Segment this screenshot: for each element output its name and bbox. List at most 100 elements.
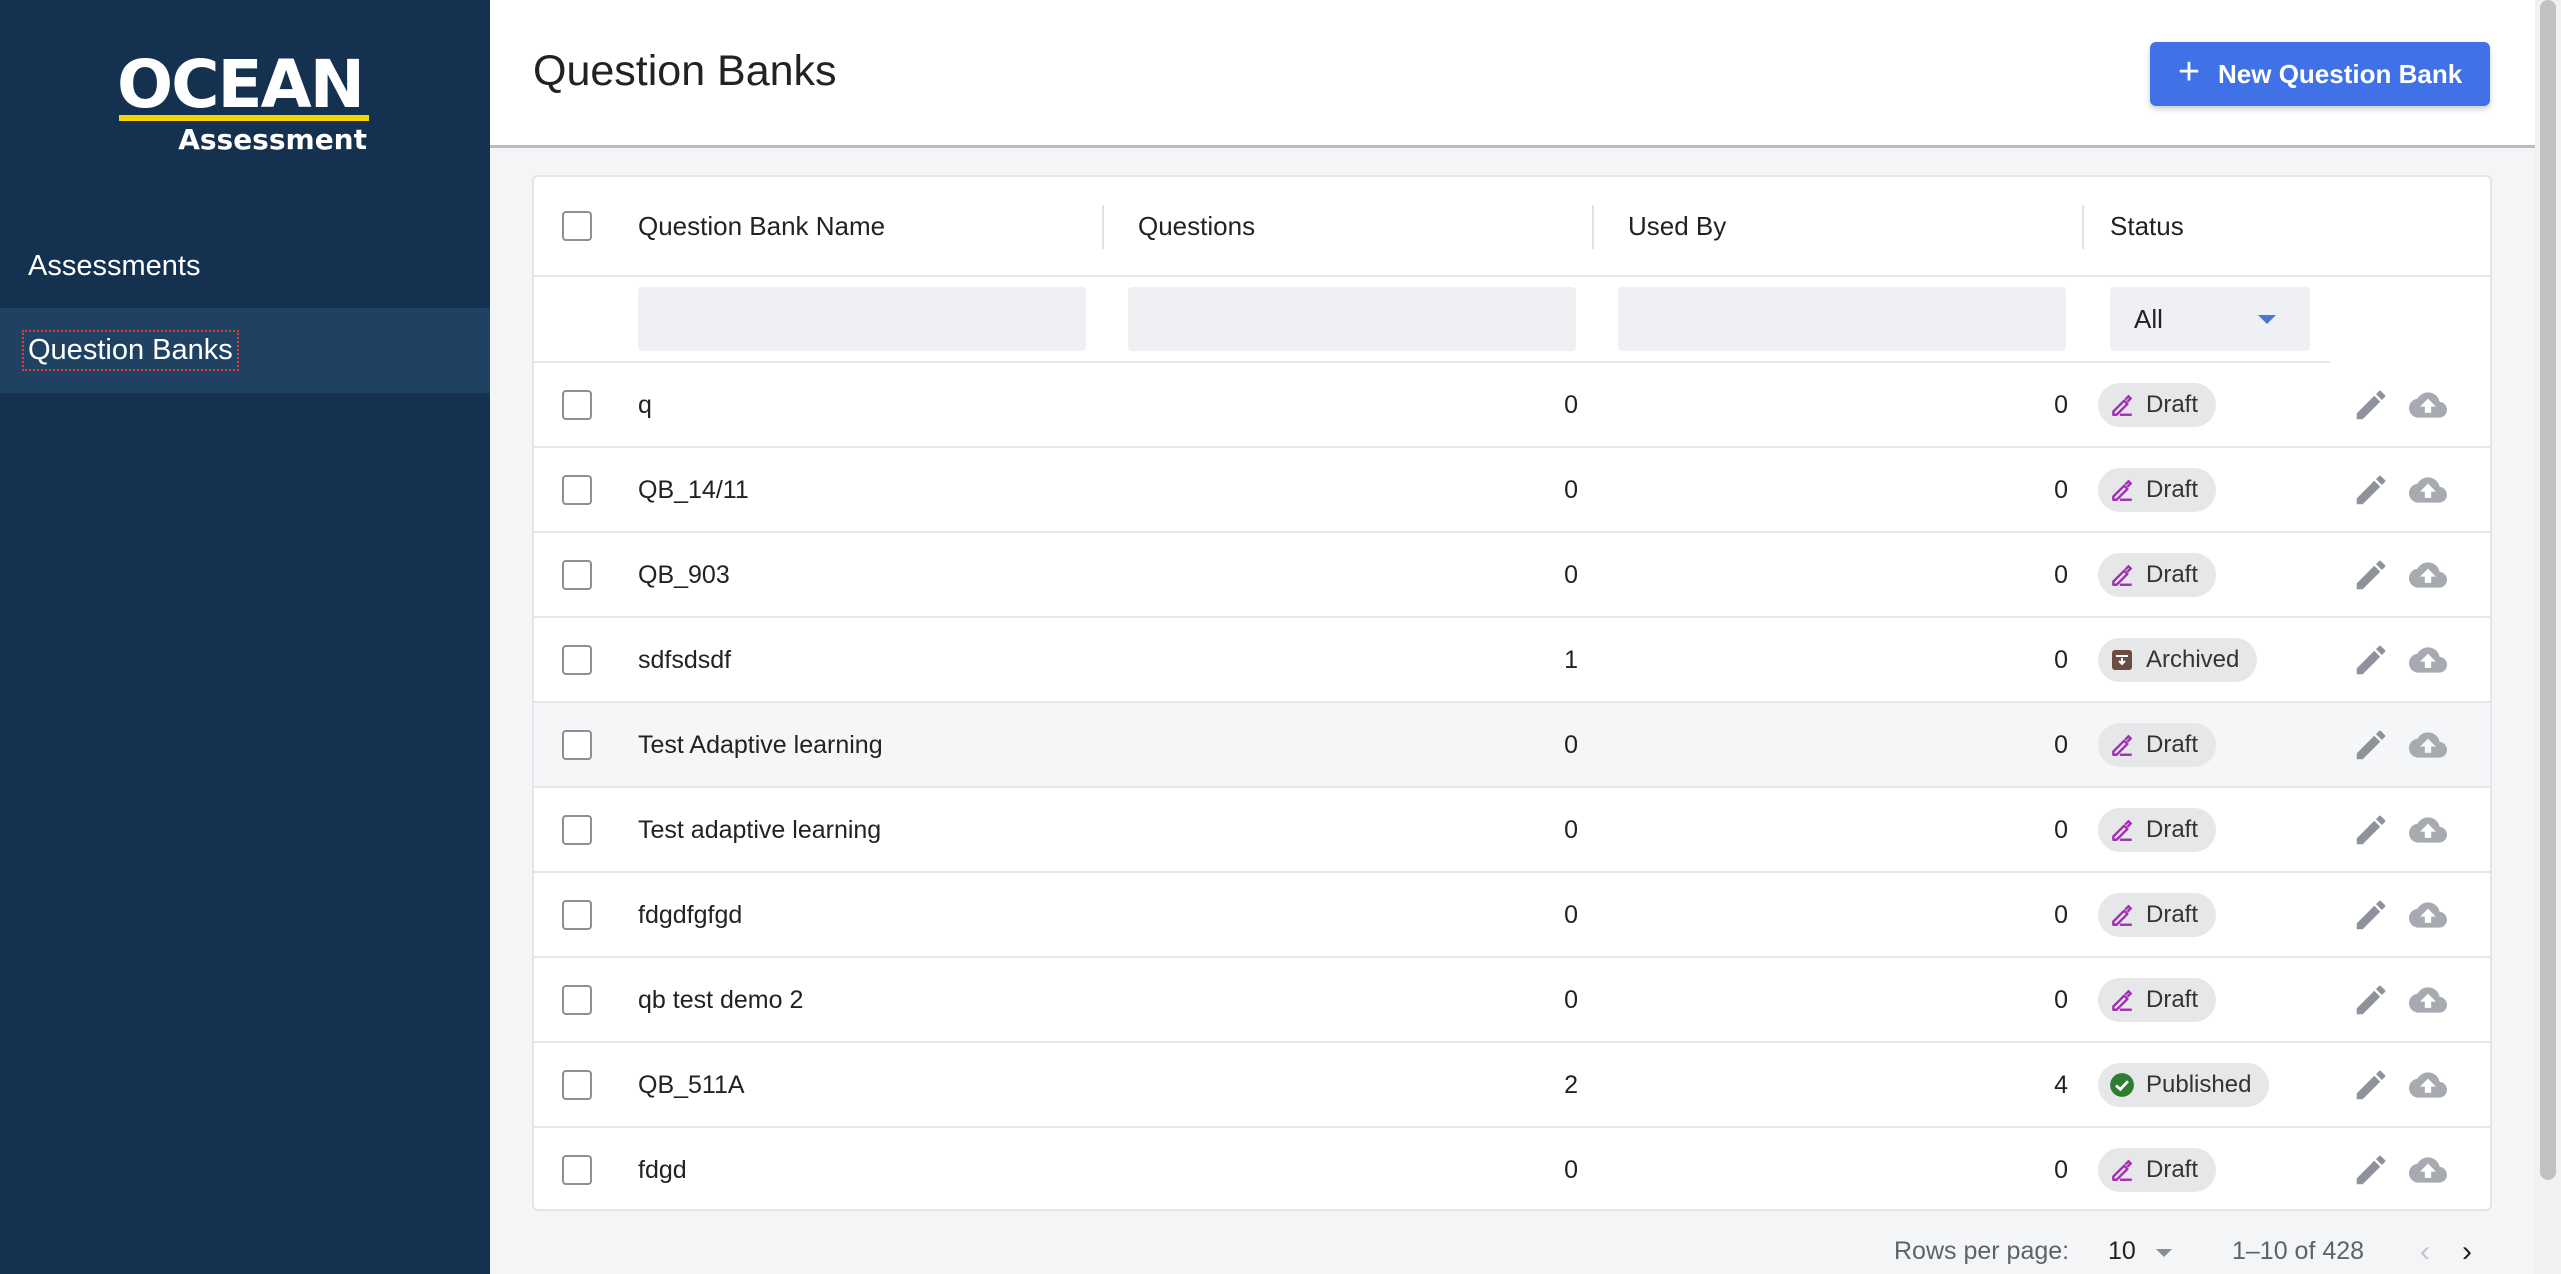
upload-icon[interactable] xyxy=(2408,811,2447,849)
upload-icon[interactable] xyxy=(2408,471,2447,509)
sidebar-item-label: Question Banks xyxy=(22,330,239,371)
scrollbar-thumb[interactable] xyxy=(2540,0,2556,1180)
upload-icon[interactable] xyxy=(2408,386,2447,424)
status-label: Archived xyxy=(2146,646,2240,673)
status-label: Published xyxy=(2146,1071,2252,1098)
table-row[interactable]: qb test demo 2 0 0 Draft xyxy=(534,958,2490,1043)
pagination: Rows per page: 10 1–10 of 428 ‹ › xyxy=(490,1225,2535,1274)
pagination-range: 1–10 of 428 xyxy=(2232,1237,2365,1265)
status-badge: Draft xyxy=(2098,978,2217,1022)
questions-filter-input[interactable] xyxy=(1128,287,1576,351)
sidebar-item-label: Assessments xyxy=(28,250,201,282)
previous-page-icon[interactable]: ‹ xyxy=(2420,1235,2430,1269)
status-draft-icon xyxy=(2108,731,2136,759)
new-question-bank-label: New Question Bank xyxy=(2218,58,2463,89)
row-checkbox[interactable] xyxy=(562,815,592,845)
new-question-bank-button[interactable]: + New Question Bank xyxy=(2150,42,2490,106)
table-row[interactable]: q 0 0 Draft xyxy=(534,363,2490,448)
logo-main-text: OCEAN xyxy=(117,46,365,123)
status-badge: Draft xyxy=(2098,553,2217,597)
question-bank-name: q xyxy=(638,391,652,419)
rows-per-page-select[interactable]: 10 xyxy=(2108,1237,2136,1266)
row-checkbox[interactable] xyxy=(562,900,592,930)
status-label: Draft xyxy=(2146,731,2199,758)
upload-icon[interactable] xyxy=(2408,726,2447,764)
edit-icon[interactable] xyxy=(2352,811,2390,849)
questions-count: 0 xyxy=(1564,901,1578,929)
status-filter-select[interactable]: All xyxy=(2110,287,2310,351)
row-checkbox[interactable] xyxy=(562,390,592,420)
status-badge: Draft xyxy=(2098,1148,2217,1192)
name-filter-input[interactable] xyxy=(638,287,1086,351)
questions-count: 2 xyxy=(1564,1071,1578,1099)
column-header-used-by[interactable]: Used By xyxy=(1628,211,1726,241)
chevron-down-icon[interactable] xyxy=(2156,1249,2172,1257)
column-header-questions[interactable]: Questions xyxy=(1138,211,1255,241)
table-row[interactable]: Test adaptive learning 0 0 Draft xyxy=(534,788,2490,873)
question-bank-name: Test Adaptive learning xyxy=(638,731,883,759)
row-checkbox[interactable] xyxy=(562,560,592,590)
table-row[interactable]: QB_511A 2 4 Published xyxy=(534,1043,2490,1128)
table-row[interactable]: fdgdfgfgd 0 0 Draft xyxy=(534,873,2490,958)
edit-icon[interactable] xyxy=(2352,896,2390,934)
upload-icon[interactable] xyxy=(2408,896,2447,934)
edit-icon[interactable] xyxy=(2352,981,2390,1019)
table-row[interactable]: QB_903 0 0 Draft xyxy=(534,533,2490,618)
edit-icon[interactable] xyxy=(2352,641,2390,679)
status-badge: Draft xyxy=(2098,383,2217,427)
upload-icon[interactable] xyxy=(2408,1066,2447,1104)
used-by-count: 0 xyxy=(2054,561,2068,589)
status-filter-value: All xyxy=(2134,303,2163,334)
status-badge: Published xyxy=(2098,1063,2270,1107)
table-row[interactable]: QB_14/11 0 0 Draft xyxy=(534,448,2490,533)
questions-count: 0 xyxy=(1564,816,1578,844)
edit-icon[interactable] xyxy=(2352,471,2390,509)
sidebar-item-question-banks[interactable]: Question Banks xyxy=(0,308,490,393)
status-label: Draft xyxy=(2146,476,2199,503)
upload-icon[interactable] xyxy=(2408,641,2447,679)
select-all-checkbox[interactable] xyxy=(562,211,592,241)
status-published-icon xyxy=(2108,1071,2136,1099)
column-header-status[interactable]: Status xyxy=(2110,211,2184,241)
edit-icon[interactable] xyxy=(2352,386,2390,424)
used-by-count: 0 xyxy=(2054,646,2068,674)
question-bank-name: QB_903 xyxy=(638,561,730,589)
row-checkbox[interactable] xyxy=(562,1155,592,1185)
status-badge: Draft xyxy=(2098,723,2217,767)
plus-icon: + xyxy=(2177,51,2201,93)
page-header: Question Banks + New Question Bank xyxy=(490,0,2535,148)
row-checkbox[interactable] xyxy=(562,730,592,760)
edit-icon[interactable] xyxy=(2352,1151,2390,1189)
table-row[interactable]: fdgd 0 0 Draft xyxy=(534,1128,2490,1213)
status-label: Draft xyxy=(2146,816,2199,843)
table-row[interactable]: sdfsdsdf 1 0 Archived xyxy=(534,618,2490,703)
question-bank-name: QB_511A xyxy=(638,1071,745,1099)
edit-icon[interactable] xyxy=(2352,1066,2390,1104)
row-checkbox[interactable] xyxy=(562,475,592,505)
questions-count: 0 xyxy=(1564,731,1578,759)
ocean-logo[interactable]: OCEAN Assessment xyxy=(117,52,372,162)
question-bank-name: qb test demo 2 xyxy=(638,986,804,1014)
used-by-count: 4 xyxy=(2054,1071,2068,1099)
next-page-icon[interactable]: › xyxy=(2462,1235,2472,1269)
row-checkbox[interactable] xyxy=(562,1070,592,1100)
column-separator[interactable] xyxy=(1592,205,1594,249)
column-header-name[interactable]: Question Bank Name xyxy=(638,211,885,241)
column-separator[interactable] xyxy=(2082,205,2084,249)
status-draft-icon xyxy=(2108,986,2136,1014)
status-label: Draft xyxy=(2146,561,2199,588)
used-by-count: 0 xyxy=(2054,901,2068,929)
used-by-filter-input[interactable] xyxy=(1618,287,2066,351)
row-checkbox[interactable] xyxy=(562,985,592,1015)
upload-icon[interactable] xyxy=(2408,981,2447,1019)
row-checkbox[interactable] xyxy=(562,645,592,675)
column-separator[interactable] xyxy=(1102,205,1104,249)
sidebar-item-assessments[interactable]: Assessments xyxy=(0,224,490,309)
edit-icon[interactable] xyxy=(2352,556,2390,594)
page-title: Question Banks xyxy=(533,47,837,95)
upload-icon[interactable] xyxy=(2408,1151,2447,1189)
table-row[interactable]: Test Adaptive learning 0 0 Draft xyxy=(534,703,2490,788)
upload-icon[interactable] xyxy=(2408,556,2447,594)
scrollbar[interactable] xyxy=(2535,0,2561,1274)
edit-icon[interactable] xyxy=(2352,726,2390,764)
